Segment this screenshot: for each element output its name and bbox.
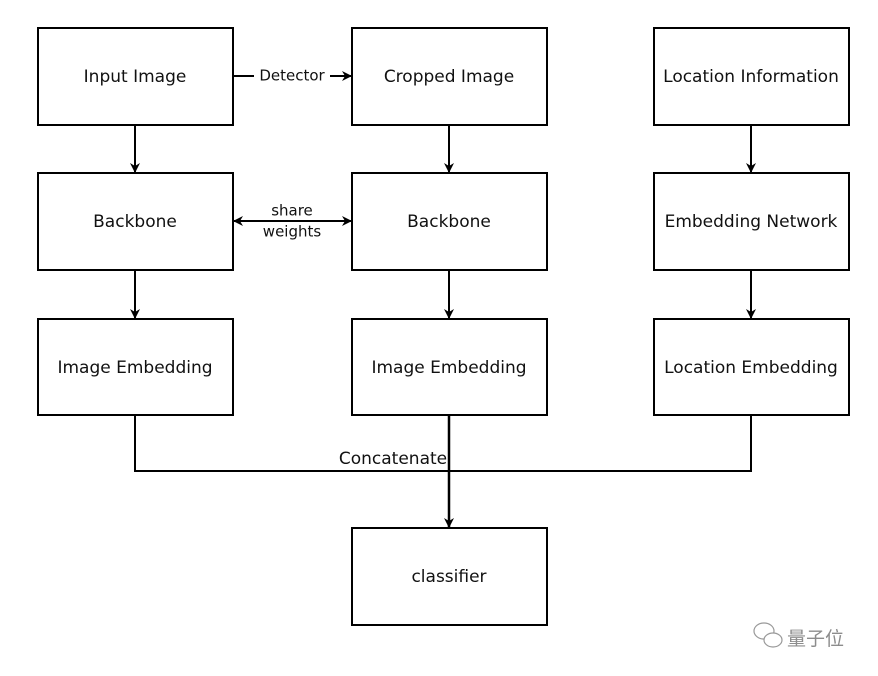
- node-label: Image Embedding: [57, 358, 212, 378]
- watermark: 量子位: [753, 622, 844, 650]
- node-label: Cropped Image: [384, 67, 514, 87]
- edge-label-detector: Detector: [259, 67, 325, 85]
- node-embedding-network: Embedding Network: [653, 172, 850, 271]
- node-label: Location Embedding: [664, 358, 838, 378]
- node-backbone-2: Backbone: [351, 172, 548, 271]
- watermark-text: 量子位: [787, 628, 844, 650]
- wechat-icon: [753, 622, 783, 648]
- edge-label-weights: weights: [263, 223, 322, 241]
- node-cropped-image: Cropped Image: [351, 27, 548, 126]
- diagram: Input Image Cropped Image Location Infor…: [37, 27, 850, 650]
- node-label: Embedding Network: [665, 212, 838, 232]
- node-location-embedding: Location Embedding: [653, 318, 850, 416]
- node-label: Backbone: [93, 212, 177, 232]
- node-location-information: Location Information: [653, 27, 850, 126]
- node-input-image: Input Image: [37, 27, 234, 126]
- node-label: Image Embedding: [371, 358, 526, 378]
- node-classifier: classifier: [351, 527, 548, 626]
- node-image-embedding-1: Image Embedding: [37, 318, 234, 416]
- node-image-embedding-2: Image Embedding: [351, 318, 548, 416]
- node-label: Backbone: [407, 212, 491, 232]
- edge-label-share: share: [271, 202, 313, 220]
- edge-label-concatenate: Concatenate: [339, 449, 447, 469]
- node-label: Input Image: [84, 67, 187, 87]
- node-label: classifier: [411, 567, 486, 587]
- node-backbone-1: Backbone: [37, 172, 234, 271]
- node-label: Location Information: [663, 67, 839, 87]
